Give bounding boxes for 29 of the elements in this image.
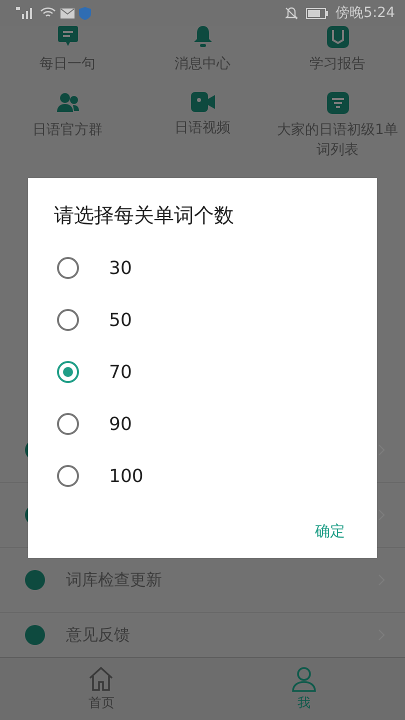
nav-tab[interactable]: 我 [202,658,405,720]
option-label[interactable]: 30 [109,258,132,278]
confirm-button[interactable]: 确定 [307,516,353,547]
radio-button[interactable] [57,257,79,279]
mail-icon [60,8,75,18]
radio-button[interactable] [57,413,79,435]
menu-item-icon [24,569,46,591]
video-camera-icon [190,92,214,112]
home-icon [88,666,114,692]
person-icon [290,666,317,692]
radio-button[interactable] [57,361,79,383]
wifi-icon [40,7,56,19]
muted-bell-icon [284,6,298,20]
option-label[interactable]: 70 [109,362,132,382]
dialog-title: 请选择每关单词个数 [54,202,235,229]
option-label[interactable]: 50 [109,310,132,330]
shield-icon [79,6,91,20]
menu-item-icon [24,624,46,646]
option-label[interactable]: 90 [109,414,132,434]
radio-button[interactable] [57,465,79,487]
radio-button[interactable] [57,309,79,331]
list-icon [326,92,348,114]
group-icon [56,92,78,114]
bell-icon [192,26,212,48]
chevron-icon [378,509,385,521]
chevron-icon [378,444,385,456]
option-label[interactable]: 100 [109,466,144,486]
status-time: 傍晚5:24 [336,4,395,22]
battery-icon [306,8,328,18]
